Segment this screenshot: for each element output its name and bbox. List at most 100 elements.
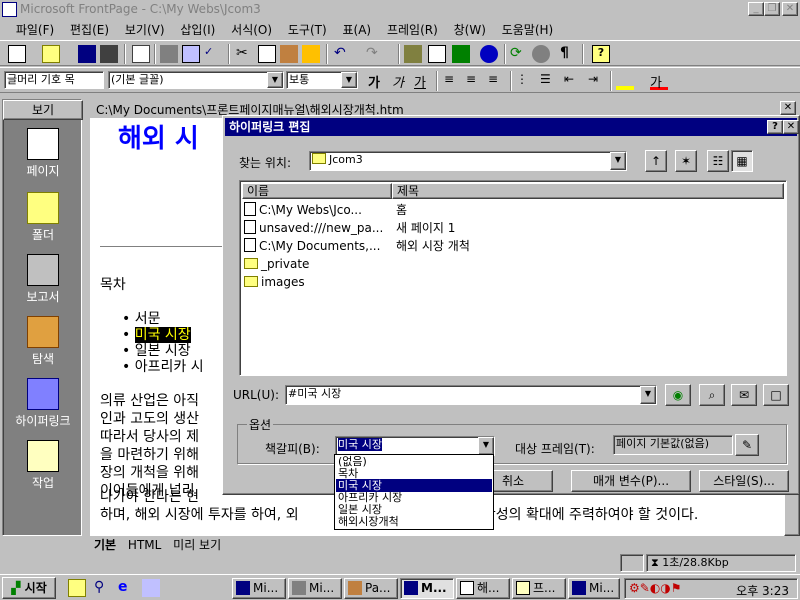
show-all-icon[interactable]: ¶ — [560, 45, 578, 63]
increase-indent-icon[interactable]: ⇥ — [588, 72, 606, 90]
taskbar-item[interactable]: 프... — [512, 578, 566, 599]
style-button[interactable]: 스타일(S)... — [699, 470, 789, 492]
dialog-close-button[interactable]: ✕ — [783, 120, 799, 134]
underline-button[interactable]: 가 — [414, 72, 432, 91]
publish-icon[interactable] — [100, 45, 118, 63]
view-folders[interactable]: 폴더 — [3, 188, 83, 250]
align-center-icon[interactable]: ≡ — [466, 72, 484, 90]
list-view-button[interactable]: ☷ — [707, 150, 729, 172]
close-button[interactable]: ✕ — [782, 2, 798, 16]
frontpage-app-icon[interactable] — [2, 2, 17, 17]
align-right-icon[interactable]: ≡ — [488, 72, 506, 90]
highlight-color-icon[interactable] — [616, 72, 634, 90]
parameters-button[interactable]: 매개 변수(P)... — [571, 470, 691, 492]
tab-normal[interactable]: 기본 — [90, 538, 120, 552]
refresh-icon[interactable]: ⟳ — [510, 45, 528, 63]
hyperlink-icon[interactable] — [480, 45, 498, 63]
chevron-down-icon[interactable]: ▼ — [267, 72, 283, 88]
file-list[interactable]: 이름 제목 C:\My Webs\Jco... 홈 unsaved:///new… — [239, 180, 787, 376]
view-page[interactable]: 페이지 — [3, 124, 83, 186]
insert-picture-icon[interactable] — [452, 45, 470, 63]
new-page-icon[interactable] — [8, 45, 26, 63]
menu-tools[interactable]: 도구(T) — [282, 19, 333, 40]
list-item[interactable]: • 아프리카 시 — [122, 356, 204, 376]
target-frame-edit-button[interactable]: ✎ — [735, 434, 759, 456]
cut-icon[interactable]: ✂ — [236, 45, 254, 63]
chevron-down-icon[interactable]: ▼ — [610, 152, 626, 170]
view-hyperlinks[interactable]: 하이퍼링크 — [3, 374, 83, 436]
view-navigation[interactable]: 탐색 — [3, 312, 83, 374]
numbered-list-icon[interactable]: ⋮ — [516, 72, 534, 90]
taskbar-item[interactable]: Mi... — [288, 578, 342, 599]
tray-icons[interactable]: ⚙✎◐◑⚑ — [629, 581, 682, 595]
taskbar-item[interactable]: 해... — [456, 578, 510, 599]
url-input[interactable]: #미국 시장 ▼ — [285, 385, 657, 405]
format-painter-icon[interactable] — [302, 45, 320, 63]
menu-window[interactable]: 창(W) — [448, 19, 492, 40]
copy-icon[interactable] — [258, 45, 276, 63]
dialog-help-button[interactable]: ? — [767, 120, 783, 134]
column-header-name[interactable]: 이름 — [242, 183, 392, 199]
bookmark-select[interactable]: 미국 시장 ▼ — [335, 436, 495, 456]
list-item[interactable]: unsaved:///new_pa... — [244, 219, 383, 237]
paste-icon[interactable] — [280, 45, 298, 63]
view-tasks[interactable]: 작업 — [3, 436, 83, 498]
align-left-icon[interactable]: ≡ — [444, 72, 462, 90]
taskbar-item-active[interactable]: M... — [400, 578, 454, 599]
quicklaunch-outlook-icon[interactable]: ⚲ — [94, 579, 112, 597]
menu-view[interactable]: 보기(V) — [119, 19, 171, 40]
italic-button[interactable]: 가 — [392, 72, 410, 91]
taskbar-item[interactable]: Pa... — [344, 578, 398, 599]
menu-edit[interactable]: 편집(E) — [64, 19, 115, 40]
menu-file[interactable]: 파일(F) — [10, 19, 60, 40]
taskbar-item[interactable]: Mi... — [568, 578, 620, 599]
quicklaunch-channels-icon[interactable] — [142, 579, 160, 597]
folder-list-icon[interactable] — [132, 45, 150, 63]
decrease-indent-icon[interactable]: ⇤ — [564, 72, 582, 90]
menu-table[interactable]: 표(A) — [337, 19, 378, 40]
undo-icon[interactable]: ↶ — [334, 45, 352, 63]
details-view-button[interactable]: ▦ — [731, 150, 753, 172]
open-folder-icon[interactable] — [42, 45, 60, 63]
print-icon[interactable] — [160, 45, 178, 63]
restore-button[interactable]: ❐ — [764, 2, 780, 16]
bookmark-option[interactable]: 해외시장개척 — [336, 515, 492, 528]
tab-preview[interactable]: 미리 보기 — [169, 538, 225, 552]
menu-help[interactable]: 도움말(H) — [496, 19, 560, 40]
menu-frames[interactable]: 프레임(R) — [381, 19, 444, 40]
new-page-button[interactable]: □ — [763, 384, 789, 406]
menu-insert[interactable]: 삽입(I) — [174, 19, 221, 40]
chevron-down-icon[interactable]: ▼ — [341, 72, 357, 88]
column-header-title[interactable]: 제목 — [392, 183, 784, 199]
bullet-list-icon[interactable]: ☰ — [540, 72, 558, 90]
menu-format[interactable]: 서식(O) — [225, 19, 278, 40]
chevron-down-icon[interactable]: ▼ — [478, 437, 494, 455]
spelling-icon[interactable]: ✓ — [204, 45, 222, 63]
up-folder-button[interactable]: ↑ — [645, 150, 667, 172]
start-button[interactable]: ▞ 시작 — [2, 577, 56, 599]
insert-table-icon[interactable] — [428, 45, 446, 63]
email-button[interactable]: ✉ — [731, 384, 757, 406]
preview-icon[interactable] — [182, 45, 200, 63]
new-folder-button[interactable]: ✶ — [675, 150, 697, 172]
insert-component-icon[interactable] — [404, 45, 422, 63]
stop-icon[interactable] — [532, 45, 550, 63]
bold-button[interactable]: 가 — [368, 72, 386, 91]
chevron-down-icon[interactable]: ▼ — [640, 386, 656, 404]
help-icon[interactable]: ? — [592, 45, 610, 63]
quicklaunch-desktop-icon[interactable] — [68, 579, 86, 597]
clock[interactable]: 오후 3:23 — [736, 582, 789, 599]
view-reports[interactable]: 보고서 — [3, 250, 83, 312]
list-item[interactable]: images — [244, 273, 305, 291]
font-size-combo[interactable]: 보통 ▼ — [286, 71, 358, 89]
browse-file-button[interactable]: ⌕ — [699, 384, 725, 406]
style-combo[interactable]: 글머리 기호 목 — [4, 71, 104, 89]
bookmark-dropdown[interactable]: (없음) 목차 미국 시장 아프리카 시장 일본 시장 해외시장개척 — [334, 454, 494, 530]
minimize-button[interactable]: _ — [748, 2, 764, 16]
font-combo[interactable]: (기본 글꼴) ▼ — [108, 71, 284, 89]
tab-html[interactable]: HTML — [124, 538, 165, 552]
quicklaunch-ie-icon[interactable]: e — [118, 579, 136, 597]
list-item[interactable]: C:\My Webs\Jco... — [244, 201, 362, 219]
font-color-button[interactable]: 가 — [650, 72, 668, 91]
taskbar-item[interactable]: Mi... — [232, 578, 286, 599]
